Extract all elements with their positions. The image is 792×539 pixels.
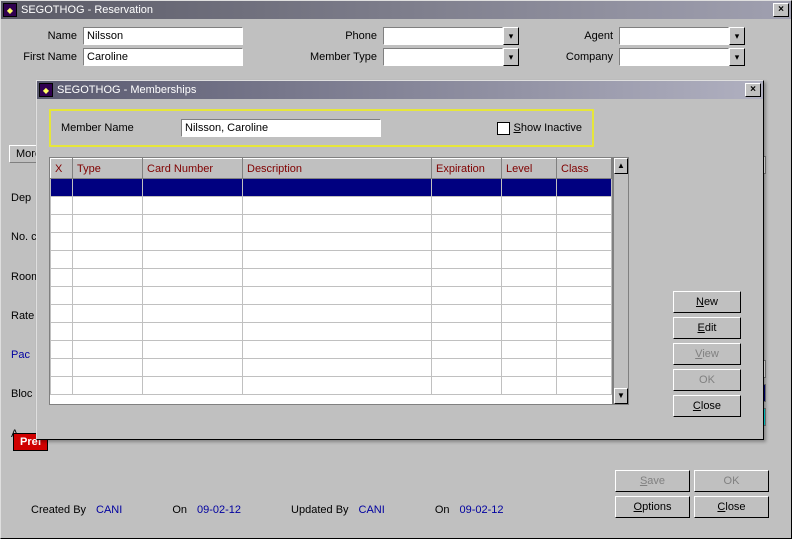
app-icon: ◆ (3, 3, 17, 17)
agent-label: Agent (519, 30, 619, 42)
company-input[interactable] (619, 48, 729, 66)
search-panel: Member Name Show Inactive (49, 109, 594, 147)
mem-close-button[interactable]: Close (673, 395, 741, 417)
member-type-label: Member Type (243, 51, 383, 63)
table-row[interactable] (51, 341, 612, 359)
memberships-titlebar: ◆ SEGOTHOG - Memberships × (37, 81, 763, 99)
col-x[interactable]: X (51, 159, 73, 179)
new-button[interactable]: New (673, 291, 741, 313)
phone-label: Phone (243, 30, 383, 42)
created-by-value: CANI (96, 504, 122, 516)
scroll-up-icon[interactable]: ▲ (614, 158, 628, 174)
show-inactive-checkbox[interactable]: Show Inactive (497, 122, 583, 135)
table-row[interactable] (51, 251, 612, 269)
table-row[interactable] (51, 323, 612, 341)
app-icon: ◆ (39, 83, 53, 97)
col-exp[interactable]: Expiration (432, 159, 502, 179)
memberships-window: ◆ SEGOTHOG - Memberships × Member Name S… (36, 80, 764, 440)
updated-by-label: Updated By (291, 504, 348, 516)
phone-input[interactable] (383, 27, 503, 45)
updated-by-value: CANI (359, 504, 385, 516)
phone-dropdown-icon[interactable]: ▾ (503, 27, 519, 45)
ok-button[interactable]: OK (694, 470, 769, 492)
name-label: Name (13, 30, 83, 42)
table-row[interactable] (51, 233, 612, 251)
checkbox-icon[interactable] (497, 122, 510, 135)
col-type[interactable]: Type (73, 159, 143, 179)
save-button[interactable]: Save (615, 470, 690, 492)
col-card[interactable]: Card Number (143, 159, 243, 179)
updated-on-value: 09-02-12 (460, 504, 504, 516)
col-class[interactable]: Class (557, 159, 612, 179)
agent-input[interactable] (619, 27, 729, 45)
view-button[interactable]: View (673, 343, 741, 365)
created-on-label: On (172, 504, 187, 516)
edit-button[interactable]: Edit (673, 317, 741, 339)
table-row[interactable] (51, 197, 612, 215)
table-row[interactable] (51, 269, 612, 287)
updated-on-label: On (435, 504, 450, 516)
member-name-input[interactable] (181, 119, 381, 137)
table-row[interactable] (51, 305, 612, 323)
mem-ok-button[interactable]: OK (673, 369, 741, 391)
table-row[interactable] (51, 215, 612, 233)
table-row[interactable] (51, 377, 612, 395)
created-by-label: Created By (31, 504, 86, 516)
close-icon[interactable]: × (745, 83, 761, 97)
table-row[interactable] (51, 179, 612, 197)
col-desc[interactable]: Description (243, 159, 432, 179)
created-on-value: 09-02-12 (197, 504, 241, 516)
first-name-label: First Name (13, 51, 83, 63)
first-name-input[interactable] (83, 48, 243, 66)
company-dropdown-icon[interactable]: ▾ (729, 48, 745, 66)
memberships-grid: X Type Card Number Description Expiratio… (49, 157, 629, 405)
scroll-down-icon[interactable]: ▼ (614, 388, 628, 404)
close-icon[interactable]: × (773, 3, 789, 17)
close-button[interactable]: Close (694, 496, 769, 518)
table-row[interactable] (51, 287, 612, 305)
table-row[interactable] (51, 359, 612, 377)
grid-scrollbar[interactable]: ▲ ▼ (613, 157, 629, 405)
member-type-input[interactable] (383, 48, 503, 66)
options-button[interactable]: Options (615, 496, 690, 518)
member-type-dropdown-icon[interactable]: ▾ (503, 48, 519, 66)
status-bar: Created By CANI On 09-02-12 Updated By C… (31, 504, 504, 516)
company-label: Company (519, 51, 619, 63)
agent-dropdown-icon[interactable]: ▾ (729, 27, 745, 45)
name-input[interactable] (83, 27, 243, 45)
reservation-titlebar: ◆ SEGOTHOG - Reservation × (1, 1, 791, 19)
memberships-title: SEGOTHOG - Memberships (57, 84, 196, 96)
col-level[interactable]: Level (502, 159, 557, 179)
reservation-title: SEGOTHOG - Reservation (21, 4, 153, 16)
member-name-label: Member Name (61, 122, 151, 134)
